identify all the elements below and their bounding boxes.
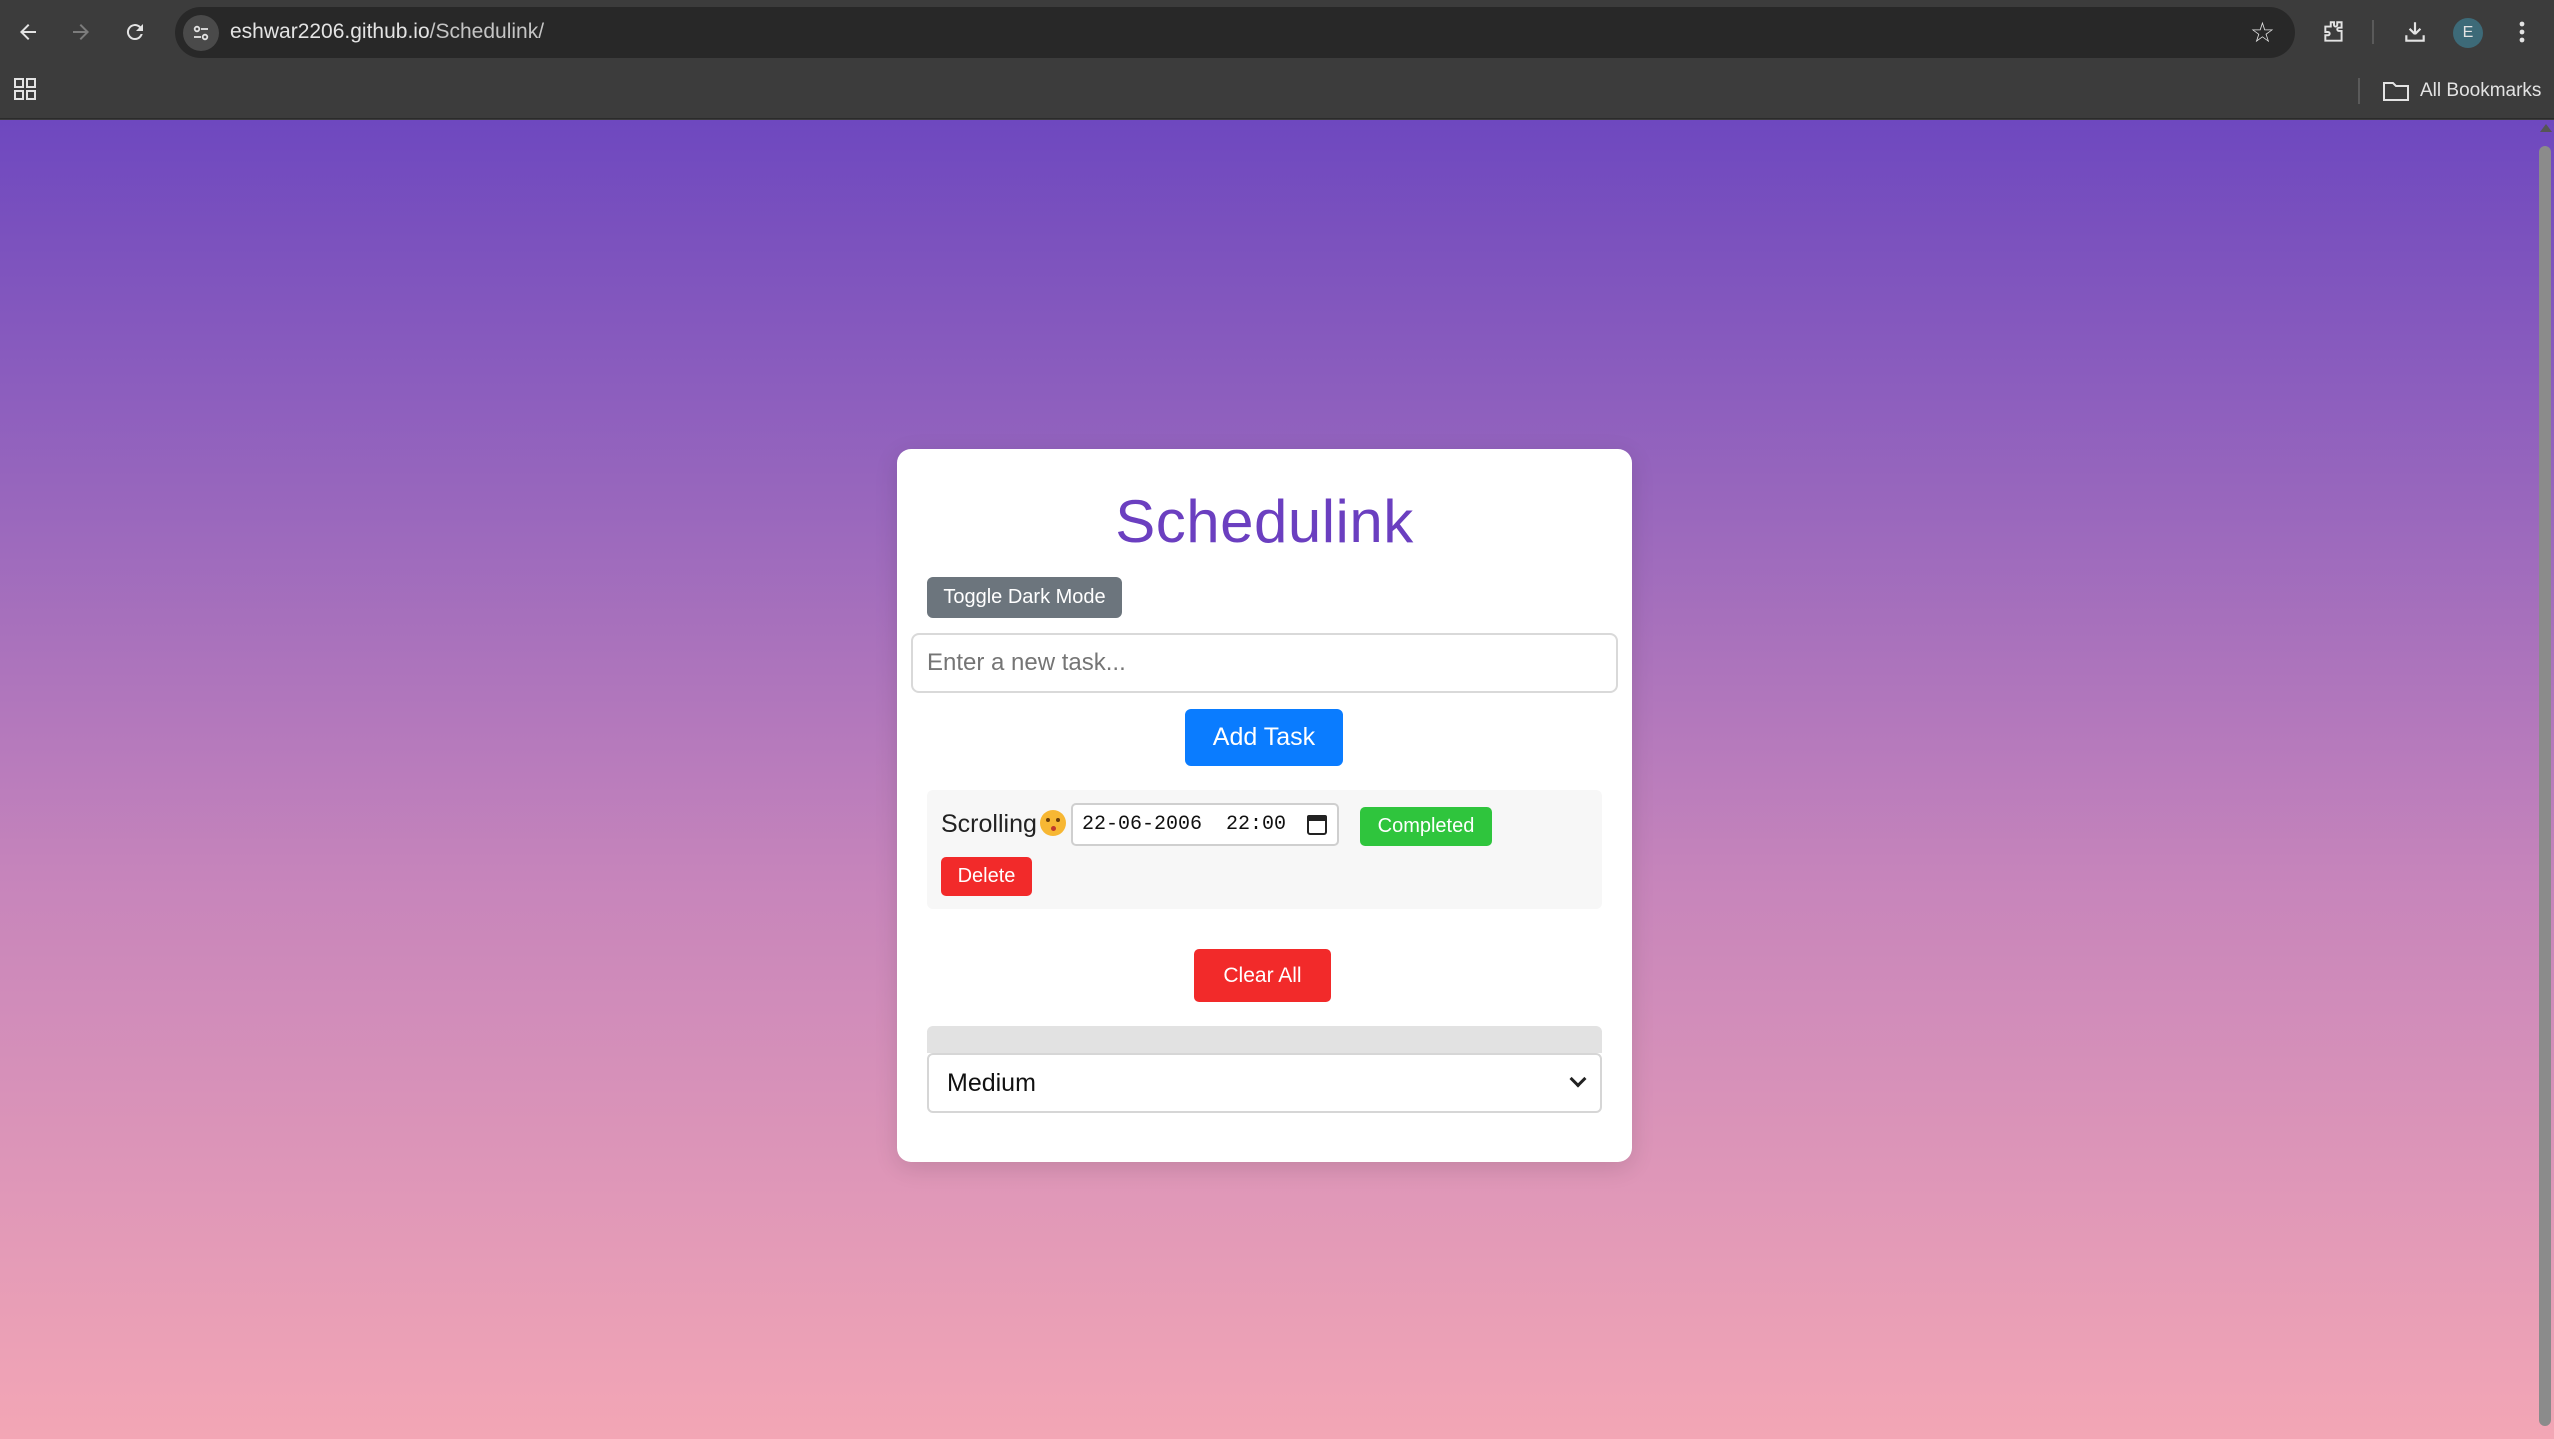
download-icon[interactable] [2397,14,2433,50]
forward-icon[interactable] [63,14,99,50]
folder-icon[interactable] [2382,79,2410,108]
scroll-thumb[interactable] [2539,146,2551,1426]
all-bookmarks-link[interactable]: All Bookmarks [2420,80,2541,102]
address-bar[interactable]: eshwar2206.github.io/Schedulink/ ☆ [175,7,2295,58]
app-title: Schedulink [1115,488,1414,555]
scroll-up-arrow-icon[interactable] [2540,124,2552,132]
add-task-button[interactable]: Add Task [1185,709,1343,766]
menu-icon[interactable] [2504,14,2540,50]
star-icon[interactable]: ☆ [2250,16,2275,49]
app-card: Schedulink Toggle Dark Mode Add Task Scr… [897,449,1632,1162]
chevron-down-icon [1569,1070,1587,1088]
page-viewport: Schedulink Toggle Dark Mode Add Task Scr… [0,120,2554,1439]
apps-icon[interactable] [12,76,38,107]
calendar-icon[interactable] [1307,815,1327,835]
page-scrollbar[interactable] [2536,120,2554,1439]
task-text-container: Scrolling [941,810,1066,839]
toggle-dark-mode-button[interactable]: Toggle Dark Mode [927,577,1122,618]
url-path: /Schedulink/ [429,20,545,43]
reload-icon[interactable] [117,14,153,50]
toolbar-divider [2372,20,2374,44]
browser-toolbar: eshwar2206.github.io/Schedulink/ ☆ E [0,0,2554,65]
clear-all-button[interactable]: Clear All [1194,949,1331,1002]
priority-selected-value: Medium [947,1068,1036,1097]
task-text: Scrolling [941,810,1037,838]
bookmarks-divider [2358,78,2360,104]
url-text: eshwar2206.github.io/Schedulink/ [230,20,544,44]
site-info-icon[interactable] [183,15,219,51]
priority-select[interactable]: Medium [927,1053,1602,1113]
progress-bar [927,1026,1602,1053]
profile-avatar[interactable]: E [2453,18,2483,48]
url-host: eshwar2206.github.io [230,20,430,43]
completed-button[interactable]: Completed [1360,807,1492,846]
extensions-icon[interactable] [2316,14,2352,50]
new-task-input[interactable] [911,633,1618,693]
bookmarks-bar: All Bookmarks [0,65,2554,119]
task-datetime-value: 22-06-2006 22:00 [1082,813,1287,836]
kissing-face-icon [1039,810,1066,836]
delete-button[interactable]: Delete [941,857,1032,896]
back-icon[interactable] [10,14,46,50]
task-datetime-input[interactable]: 22-06-2006 22:00 [1071,803,1339,846]
task-item: Scrolling 22-06-2006 22:00 Completed Del… [927,790,1602,909]
